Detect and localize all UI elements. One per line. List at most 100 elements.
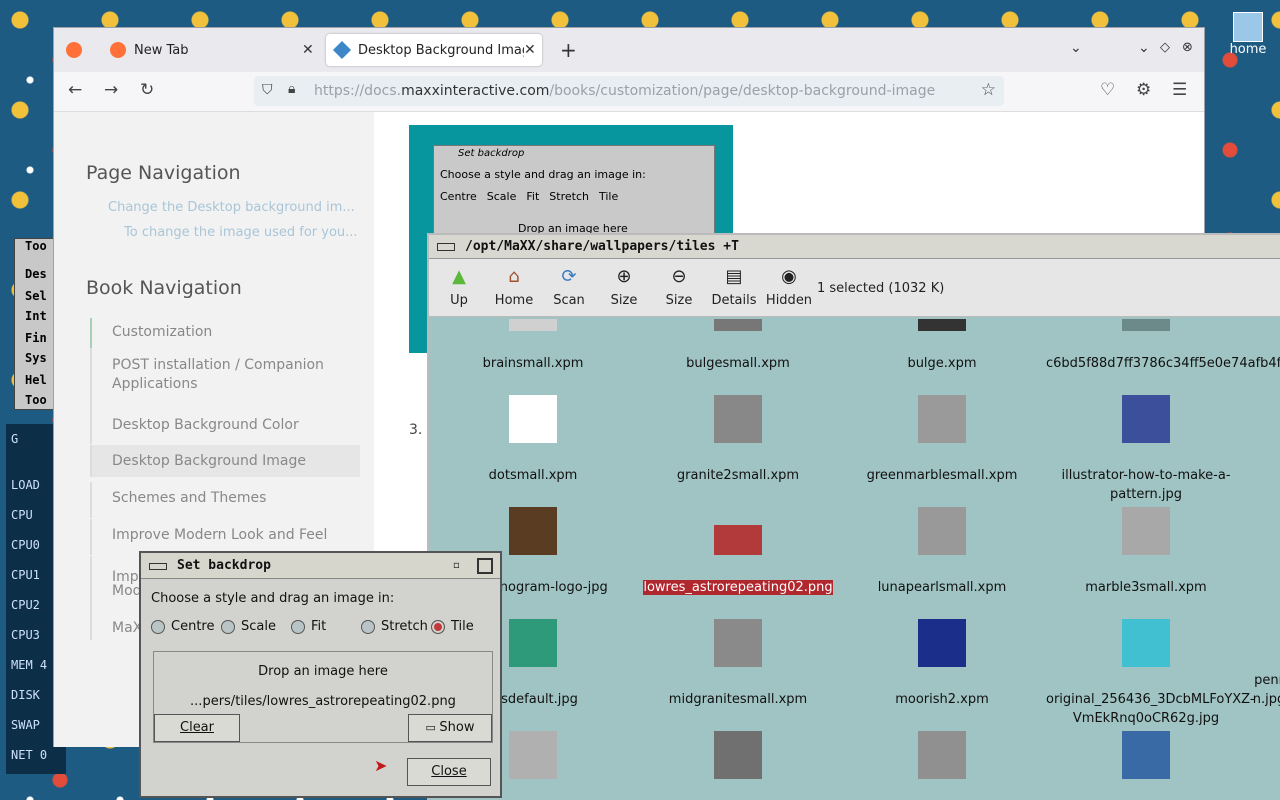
file-thumbnail (714, 395, 762, 443)
radio-label: Scale (241, 619, 276, 634)
maximize-icon[interactable] (477, 558, 493, 574)
file-item[interactable]: lowres_astrorepeating02.png (638, 507, 838, 597)
size-zoom-in-button[interactable]: ⊕ Size (596, 263, 652, 308)
file-name: lunapearlsmall.xpm (877, 580, 1007, 595)
firefox-icon[interactable] (66, 42, 82, 58)
filer-toolbar: ▲ Up ⌂ Home ⟳ Scan ⊕ Size ⊖ Size ▤ Details ◉ Hi… (429, 259, 1280, 317)
scan-button[interactable]: ⟳ Scan (541, 263, 597, 308)
close-icon[interactable]: ✕ (524, 42, 536, 58)
page-nav-item[interactable]: To change the image used for you... (124, 225, 358, 240)
toolbox-item-2[interactable]: Int (25, 309, 47, 323)
radio-stretch[interactable]: Stretch (361, 619, 428, 634)
file-item[interactable]: midgranitesmall.xpm (638, 619, 838, 709)
back-arrow-icon[interactable]: ← (68, 80, 82, 100)
image-drop-zone[interactable]: Drop an image here ...pers/tiles/lowres_… (153, 651, 493, 743)
file-item[interactable]: brainsmall.xpm (433, 319, 633, 373)
radio-label: Stretch (381, 619, 428, 634)
toolbox-item-3[interactable]: Fin (25, 331, 47, 345)
file-thumbnail (509, 319, 557, 331)
up-label: Up (450, 293, 468, 308)
file-item[interactable]: granite2small.xpm (638, 395, 838, 485)
book-nav-item[interactable]: POST installation / Companion Applicatio… (90, 348, 360, 408)
file-item[interactable]: illustrator-how-to-make-a-pattern.jpg (1046, 395, 1246, 504)
close-icon[interactable]: ✕ (302, 42, 314, 58)
file-item[interactable]: scatter-blue.png (1046, 731, 1246, 800)
dialog-title[interactable]: Set backdrop (141, 553, 500, 579)
file-thumbnail (918, 619, 966, 667)
page-nav-item[interactable]: Change the Desktop background im... (108, 200, 355, 215)
radio-centre-circle[interactable] (151, 619, 165, 634)
file-item[interactable]: greenmarblesmall.xpm (842, 395, 1042, 485)
hidden-button[interactable]: ◉ Hidden (761, 263, 817, 308)
book-nav-item[interactable]: Customization (90, 318, 360, 348)
toolbox-item-4[interactable]: Sys (25, 351, 47, 365)
book-nav-title: Book Navigation (86, 277, 242, 299)
toolbox-item-0[interactable]: Des (25, 267, 47, 281)
minimize-chevron-icon[interactable]: ⌄ (1138, 40, 1150, 56)
book-nav-item[interactable]: Desktop Background Color (90, 408, 360, 444)
radio-tile[interactable]: Tile (431, 619, 474, 634)
home-desktop-icon[interactable]: home (1228, 12, 1268, 62)
file-item[interactable]: dotsmall.xpm (433, 395, 633, 485)
zoom-in-icon: ⊕ (616, 266, 632, 287)
shield-icon[interactable]: ⛉ (262, 82, 273, 98)
file-item[interactable]: lunapearlsmall.xpm (842, 507, 1042, 597)
reload-icon[interactable]: ↻ (140, 80, 154, 100)
tab-new-tab[interactable]: New Tab ✕ (102, 34, 322, 66)
menu-icon[interactable]: ☰ (1172, 80, 1187, 100)
window-menu-icon[interactable] (437, 243, 455, 251)
lock-icon[interactable]: 🔒︎ (288, 81, 295, 97)
url-bar[interactable]: ⛉ 🔒︎ https://docs. maxxinteractive.com/bo… (254, 76, 1004, 106)
pocket-icon[interactable]: ♡ (1100, 80, 1115, 100)
radio-fit-circle[interactable] (291, 619, 305, 634)
dialog-prompt: Choose a style and drag an image in: (151, 591, 395, 606)
book-nav-item[interactable]: Schemes and Themes (90, 482, 360, 518)
toolbox-window[interactable]: Too Des Sel Int Fin Sys Hel Too (14, 238, 54, 410)
radio-stretch-circle[interactable] (361, 619, 375, 634)
toolbox-item-1[interactable]: Sel (25, 289, 47, 303)
radio-scale-circle[interactable] (221, 619, 235, 634)
radio-scale[interactable]: Scale (221, 619, 276, 634)
tab-label: New Tab (134, 42, 189, 58)
file-item[interactable]: c6bd5f88d7ff3786c34ff5e0e74afb4f.jpg (1046, 319, 1280, 373)
size-zoom-out-button[interactable]: ⊖ Size (651, 263, 707, 308)
home-button[interactable]: ⌂ Home (486, 263, 542, 308)
tab-desktop-background[interactable]: Desktop Background Imag ✕ (326, 34, 542, 66)
file-item[interactable]: penr n.jpg (1249, 619, 1280, 709)
file-item[interactable]: bulge.xpm (842, 319, 1042, 373)
iconify-icon[interactable]: ▫ (453, 560, 460, 571)
file-item[interactable]: bulgesmall.xpm (638, 319, 838, 373)
hidden-label: Hidden (765, 293, 813, 308)
details-button[interactable]: ▤ Details (706, 263, 762, 308)
up-button[interactable]: ▲ Up (431, 263, 487, 308)
file-item[interactable]: original_256436_3DcbMLFoYXZ-VmEkRnq0oCR6… (1046, 619, 1255, 728)
drop-text: Drop an image here (258, 664, 388, 679)
set-backdrop-dialog[interactable]: Set backdrop ▫ Choose a style and drag a… (139, 551, 502, 798)
show-button[interactable]: ▭ Show (408, 714, 492, 742)
file-thumbnail (918, 731, 966, 779)
book-nav-item[interactable]: Desktop Background Image (90, 445, 360, 477)
tab-list-chevron-icon[interactable]: ⌄ (1070, 40, 1082, 56)
toolbox-item-5[interactable]: Hel (25, 373, 47, 387)
new-tab-plus-icon[interactable]: + (560, 38, 577, 62)
file-item[interactable]: scallopsmall.xpm (842, 731, 1042, 800)
close-button[interactable]: Close (407, 758, 491, 786)
radio-centre[interactable]: Centre (151, 619, 214, 634)
restore-diamond-icon[interactable]: ◇ (1160, 40, 1170, 55)
file-item[interactable]: moorish2.xpm (842, 619, 1042, 709)
filer-window[interactable]: /opt/MaXX/share/wallpapers/tiles +T ▲ Up … (427, 233, 1280, 800)
file-thumbnail (714, 319, 762, 331)
file-item[interactable]: rockfacesmall.xpm (638, 731, 838, 800)
clear-button[interactable]: Clear (154, 714, 240, 742)
filer-title[interactable]: /opt/MaXX/share/wallpapers/tiles +T (429, 235, 1280, 259)
extensions-icon[interactable]: ⚙ (1136, 80, 1151, 100)
forward-arrow-icon[interactable]: → (104, 80, 118, 100)
book-nav-item[interactable]: Improve Modern Look and Feel (90, 519, 360, 555)
close-window-icon[interactable]: ⊗ (1182, 40, 1193, 55)
file-item[interactable]: marble3small.xpm (1046, 507, 1246, 597)
radio-tile-circle[interactable] (431, 619, 445, 634)
bookmark-star-icon[interactable]: ☆ (981, 80, 996, 100)
window-menu-icon[interactable] (149, 563, 167, 570)
radio-fit[interactable]: Fit (291, 619, 326, 634)
toolbox-item-6[interactable]: Too (25, 393, 47, 407)
